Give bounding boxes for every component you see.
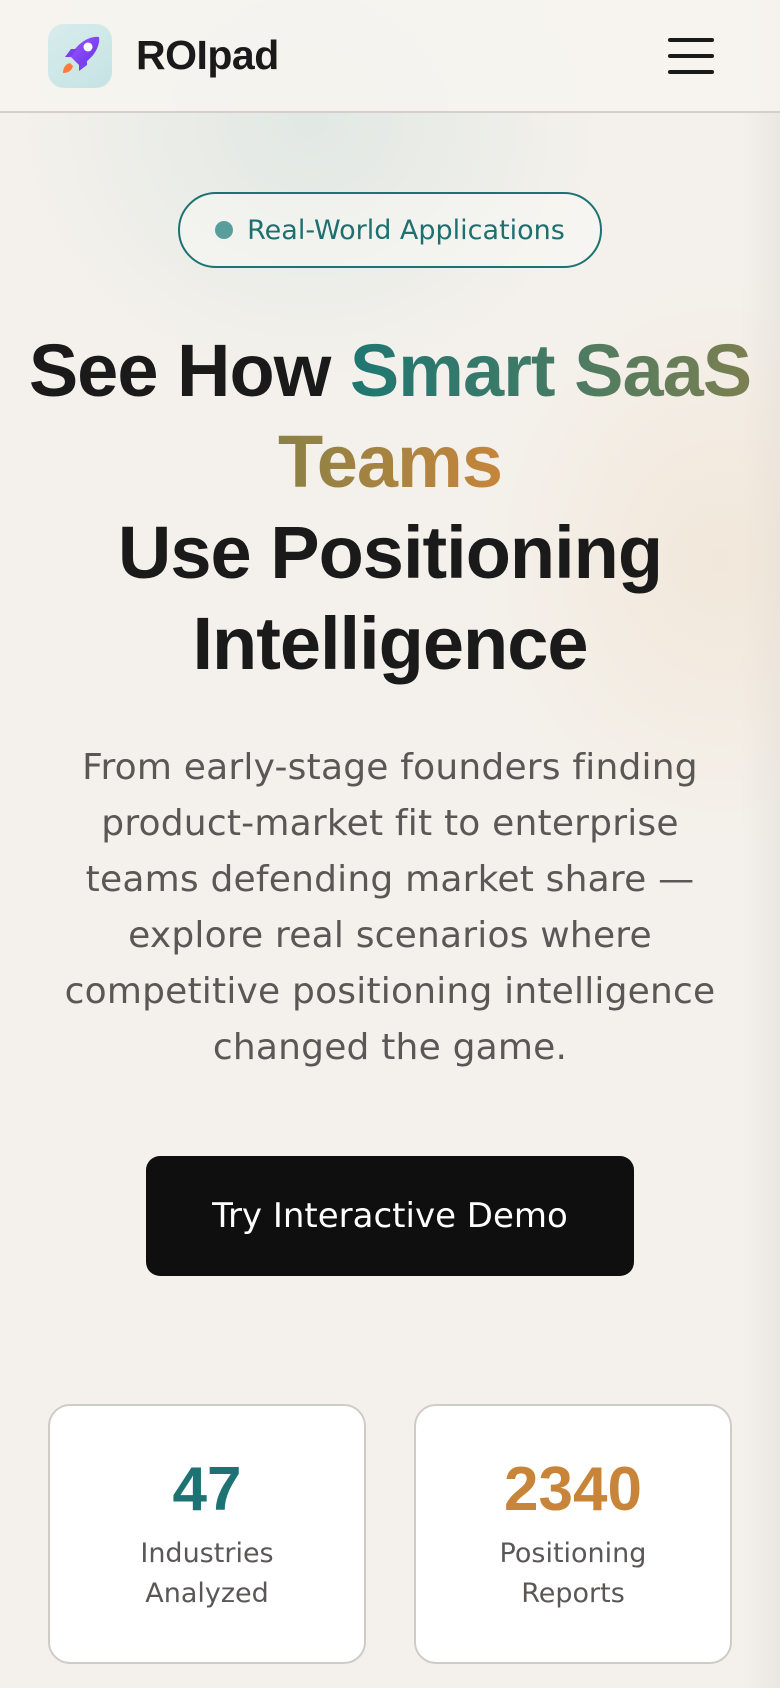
badge-dot-icon [215, 221, 234, 239]
badge-label: Real-World Applications [247, 214, 565, 246]
logo[interactable] [48, 24, 112, 88]
try-demo-button[interactable]: Try Interactive Demo [146, 1156, 634, 1276]
hero-title-highlight-a: Smart SaaS [349, 329, 752, 412]
stat-label: Industries Analyzed [140, 1538, 274, 1609]
section-badge: Real-World Applications [178, 192, 602, 268]
menu-bar [668, 70, 714, 74]
hamburger-menu-icon[interactable] [668, 38, 714, 74]
rocket-icon [63, 36, 100, 73]
hero-title-highlight-b: Teams [278, 420, 503, 503]
site-header: ROIpad [0, 0, 780, 113]
stat-card-industries: 47 Industries Analyzed [48, 1404, 366, 1664]
hero-title-line3: Use Positioning [117, 511, 663, 594]
stat-value: 47 [172, 1455, 242, 1524]
menu-bar [668, 38, 714, 42]
hero-title-part1: See How [28, 329, 350, 412]
brand-name[interactable]: ROIpad [136, 32, 279, 79]
menu-bar [668, 54, 714, 58]
stat-label: Positioning Reports [499, 1538, 647, 1609]
hero-title-line4: Intelligence [192, 602, 588, 685]
stat-value: 2340 [504, 1455, 642, 1524]
hero-title: See How Smart SaaS Teams Use Positioning… [20, 325, 760, 689]
hero-description: From early-stage founders finding produc… [64, 747, 716, 1068]
stat-card-reports: 2340 Positioning Reports [414, 1404, 732, 1664]
